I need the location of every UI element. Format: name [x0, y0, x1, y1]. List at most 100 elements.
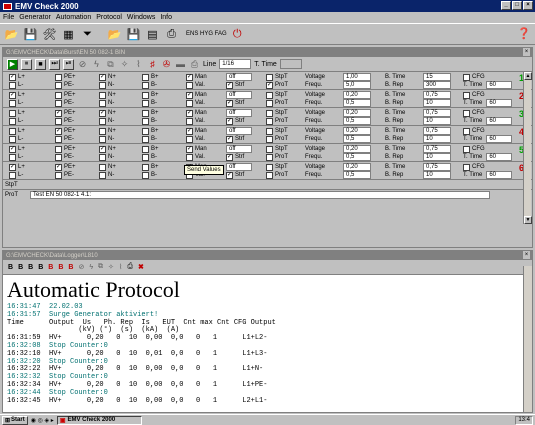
checkbox-n-plus[interactable]: ✓	[99, 109, 106, 117]
ttime-row-field[interactable]: 60	[486, 81, 513, 89]
protocol-btn-7[interactable]: B	[68, 264, 73, 271]
checkbox-b-plus[interactable]	[142, 73, 149, 81]
mode-field[interactable]: off	[226, 109, 252, 117]
voltage-field[interactable]: 0,20	[343, 127, 371, 135]
checkbox-b-minus[interactable]	[142, 171, 149, 179]
frequ-field[interactable]: 0,5	[343, 153, 371, 161]
checkbox-pe-minus[interactable]	[55, 171, 62, 179]
protocol-btn-4[interactable]: B	[38, 264, 43, 271]
checkbox-strf[interactable]: ✓	[226, 99, 233, 107]
graph-icon[interactable]: ✧	[119, 59, 130, 70]
checkbox-n-minus[interactable]	[99, 117, 106, 125]
checkbox-pe-plus[interactable]	[55, 91, 62, 99]
mode-field[interactable]: off	[226, 73, 252, 81]
brep-field[interactable]: 10	[423, 153, 451, 161]
frequ-field[interactable]: 0,5	[343, 135, 371, 143]
graph-icon[interactable]: ✧	[108, 263, 114, 271]
checkbox-strf[interactable]: ✓	[226, 135, 233, 143]
checkbox-stpt[interactable]	[266, 145, 273, 153]
close-button[interactable]: ×	[523, 1, 533, 10]
calculator-icon[interactable]: ▤	[144, 26, 161, 43]
checkbox-strf[interactable]: ✓	[226, 153, 233, 161]
brep-field[interactable]: 300	[423, 81, 451, 89]
brep-field[interactable]: 10	[423, 171, 451, 179]
checkbox-strf[interactable]: ✓	[226, 171, 233, 179]
menu-protocol[interactable]: Protocol	[96, 14, 122, 21]
ttime-field[interactable]	[279, 59, 302, 69]
checkbox-b-minus[interactable]	[142, 117, 149, 125]
stop-button[interactable]: ■	[35, 58, 46, 70]
ttime-row-field[interactable]: 60	[486, 117, 513, 125]
menu-info[interactable]: Info	[160, 14, 172, 21]
protocol-btn-3[interactable]: B	[28, 264, 33, 271]
checkbox-pe-minus[interactable]	[55, 135, 62, 143]
checkbox-b-plus[interactable]	[142, 163, 149, 171]
quicklaunch-icons[interactable]: ◉ ◎ ◈ ▸	[31, 417, 54, 424]
save-disk-icon[interactable]: 💾	[22, 26, 39, 43]
checkbox-n-plus[interactable]	[99, 91, 106, 99]
open-folder-icon[interactable]: 📂	[3, 26, 20, 43]
checkbox-n-plus[interactable]	[99, 127, 106, 135]
menu-windows[interactable]: Windows	[127, 14, 155, 21]
checkbox-pe-plus[interactable]: ✓	[55, 109, 62, 117]
checkbox-pe-plus[interactable]: ✓	[55, 127, 62, 135]
frequ-field[interactable]: 0,5	[343, 171, 371, 179]
checkbox-cfg[interactable]	[463, 91, 470, 99]
copy-icon[interactable]: ⧉	[98, 263, 103, 271]
checkbox-n-minus[interactable]	[99, 171, 106, 179]
checkbox-b-minus[interactable]	[142, 99, 149, 107]
btime-field[interactable]: 0,75	[423, 127, 451, 135]
checkbox-val[interactable]	[186, 99, 193, 107]
line-field[interactable]: 1/16	[219, 59, 252, 69]
ttime-row-field[interactable]: 60	[486, 135, 513, 143]
checkbox-b-minus[interactable]	[142, 135, 149, 143]
voltage-field[interactable]: 1,00	[343, 73, 371, 81]
checkbox-cfg[interactable]	[463, 109, 470, 117]
protocol-btn-6[interactable]: B	[58, 264, 63, 271]
checkbox-l-minus[interactable]	[9, 153, 16, 161]
red-tool-icon[interactable]: ♯	[147, 59, 158, 69]
checkbox-prot[interactable]	[266, 135, 273, 143]
checkbox-man[interactable]: ✓	[186, 91, 193, 99]
checkbox-b-plus[interactable]	[142, 109, 149, 117]
pause-button[interactable]: ⏸	[21, 58, 32, 70]
checkbox-n-minus[interactable]	[99, 153, 106, 161]
voltage-field[interactable]: 0,20	[343, 109, 371, 117]
mode-field[interactable]: off	[226, 145, 252, 153]
protocol-btn-5[interactable]: B	[48, 264, 53, 271]
protocol-btn-2[interactable]: B	[18, 264, 23, 271]
delete-icon[interactable]: ✖	[138, 263, 144, 271]
checkbox-man[interactable]: ✓	[186, 145, 193, 153]
print-icon[interactable]: ⎙	[189, 59, 200, 70]
menu-file[interactable]: File	[3, 14, 14, 21]
frequ-field[interactable]: 0,5	[343, 117, 371, 125]
checkbox-n-minus[interactable]	[99, 99, 106, 107]
checkbox-pe-minus[interactable]	[55, 117, 62, 125]
checkbox-man[interactable]: ✓	[186, 127, 193, 135]
checkbox-pe-plus[interactable]	[55, 145, 62, 153]
checkbox-strf[interactable]: ✓	[226, 81, 233, 89]
ttime-row-field[interactable]: 60	[486, 99, 513, 107]
checkbox-l-minus[interactable]	[9, 81, 16, 89]
btime-field[interactable]: 0,75	[423, 109, 451, 117]
next-button[interactable]: ⏭	[49, 58, 60, 70]
mode-field[interactable]: off	[226, 91, 252, 99]
checkbox-n-plus[interactable]: ✓	[99, 73, 106, 81]
menu-automation[interactable]: Automation	[56, 14, 91, 21]
checkbox-stpt[interactable]	[266, 91, 273, 99]
checkbox-prot[interactable]	[266, 117, 273, 125]
checkbox-stpt[interactable]	[266, 73, 273, 81]
play-button[interactable]: ▶	[7, 58, 18, 70]
window-close-icon[interactable]: ×	[523, 48, 530, 56]
checkbox-prot[interactable]	[266, 171, 273, 179]
checkbox-cfg[interactable]	[463, 163, 470, 171]
checkbox-l-plus[interactable]: ✓	[9, 163, 16, 171]
lightning-icon[interactable]: ϟ	[89, 264, 93, 271]
checkbox-n-minus[interactable]	[99, 81, 106, 89]
checkbox-prot[interactable]	[266, 153, 273, 161]
checkbox-pe-minus[interactable]	[55, 153, 62, 161]
task-emv-check[interactable]: ▣ EMV Check 2000	[56, 415, 142, 425]
checkbox-l-minus[interactable]	[9, 171, 16, 179]
mode-field[interactable]: off	[226, 127, 252, 135]
burst-scrollbar[interactable]: ▲ ▼	[523, 72, 532, 224]
